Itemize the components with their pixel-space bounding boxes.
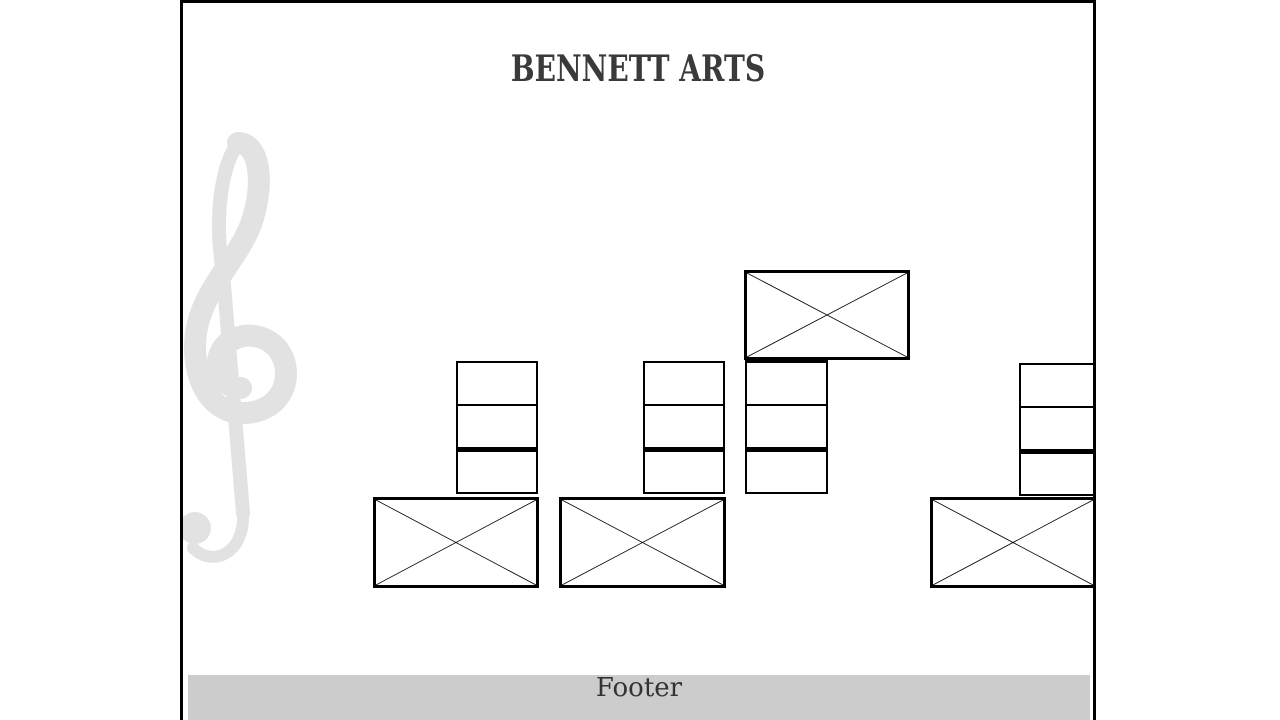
image-placeholder-top bbox=[744, 270, 910, 360]
image-placeholder-cross bbox=[747, 273, 907, 357]
image-placeholder-cross bbox=[933, 500, 1093, 585]
block-stack-1 bbox=[456, 361, 538, 494]
block-cell bbox=[643, 447, 725, 494]
block-cell bbox=[643, 361, 725, 406]
block-stack-4 bbox=[1019, 363, 1093, 496]
block-cell bbox=[456, 404, 538, 449]
page-footer: Footer bbox=[188, 675, 1090, 720]
block-cell bbox=[643, 404, 725, 449]
block-stack-2 bbox=[643, 361, 725, 494]
block-cell bbox=[745, 447, 828, 494]
treble-clef-icon bbox=[183, 132, 297, 563]
block-cell bbox=[456, 361, 538, 406]
image-placeholder-bottom-1 bbox=[373, 497, 539, 588]
block-cell bbox=[745, 359, 828, 406]
block-cell bbox=[456, 447, 538, 494]
block-cell bbox=[1019, 406, 1093, 451]
image-placeholder-bottom-3 bbox=[930, 497, 1093, 588]
page-frame: BENNETT ARTS Footer bbox=[180, 0, 1096, 720]
image-placeholder-bottom-2 bbox=[559, 497, 726, 588]
block-stack-3 bbox=[745, 359, 828, 494]
block-cell bbox=[1019, 449, 1093, 496]
block-cell bbox=[745, 404, 828, 449]
image-placeholder-cross bbox=[562, 500, 723, 585]
block-cell bbox=[1019, 363, 1093, 408]
image-placeholder-cross bbox=[376, 500, 536, 585]
site-title: BENNETT ARTS bbox=[510, 48, 766, 90]
